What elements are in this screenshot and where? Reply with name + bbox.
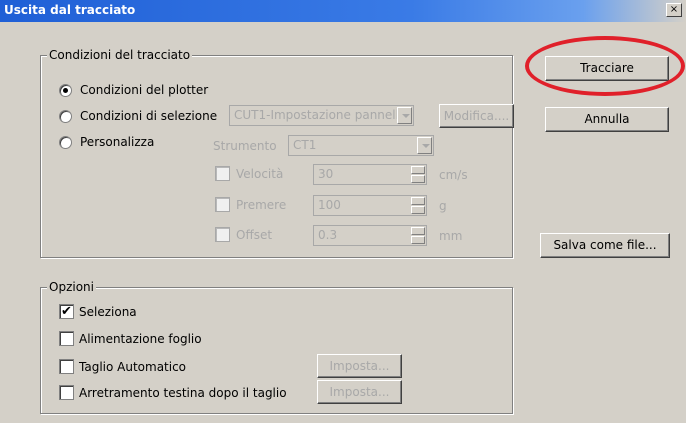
select-label[interactable]: Seleziona	[79, 305, 137, 319]
selection-combo-value: CUT1-Impostazione pannello	[234, 108, 407, 122]
offset-spinner[interactable]	[411, 227, 425, 244]
speed-value: 30	[318, 167, 334, 181]
pressure-unit: g	[439, 199, 447, 213]
paper-feed-checkbox[interactable]	[59, 331, 74, 346]
radio-selection-label[interactable]: Condizioni di selezione	[80, 109, 217, 123]
plot-button[interactable]: Tracciare	[545, 56, 669, 81]
select-checkbox[interactable]: ✔	[59, 304, 74, 319]
tool-combo-value: CT1	[293, 138, 317, 152]
pressure-input[interactable]: 100	[313, 195, 427, 216]
save-as-file-button[interactable]: Salva come file...	[540, 233, 670, 258]
tool-combo[interactable]: CT1	[288, 135, 434, 156]
auto-cut-checkbox[interactable]	[59, 359, 74, 374]
selection-combo[interactable]: CUT1-Impostazione pannello	[229, 105, 414, 126]
offset-label: Offset	[236, 228, 273, 242]
speed-input[interactable]: 30	[313, 164, 427, 185]
speed-checkbox[interactable]	[215, 166, 230, 181]
pressure-spinner[interactable]	[411, 197, 425, 214]
radio-plotter-conditions[interactable]	[59, 84, 72, 97]
pressure-value: 100	[318, 198, 341, 212]
conditions-group-label: Condizioni del tracciato	[47, 48, 193, 62]
speed-spinner[interactable]	[411, 166, 425, 183]
head-retract-label[interactable]: Arretramento testina dopo il taglio	[79, 386, 287, 400]
offset-input[interactable]: 0.3	[313, 225, 427, 246]
chevron-down-icon[interactable]	[397, 107, 412, 124]
options-group: Opzioni ✔ Seleziona Alimentazione foglio…	[40, 280, 513, 414]
speed-unit: cm/s	[439, 168, 468, 182]
speed-label: Velocità	[236, 167, 284, 181]
radio-custom-label[interactable]: Personalizza	[80, 135, 154, 149]
title-bar: Uscita dal tracciato ×	[0, 0, 686, 22]
conditions-group: Condizioni del tracciato Condizioni del …	[40, 48, 514, 258]
cancel-button[interactable]: Annulla	[545, 107, 669, 132]
close-icon[interactable]: ×	[666, 3, 682, 17]
head-retract-checkbox[interactable]	[59, 385, 74, 400]
window-title: Uscita dal tracciato	[4, 3, 136, 17]
auto-cut-label[interactable]: Taglio Automatico	[79, 360, 186, 374]
auto-cut-settings-button[interactable]: Imposta...	[317, 354, 402, 378]
tool-label: Strumento	[213, 139, 277, 153]
modify-button[interactable]: Modifica....	[439, 104, 514, 128]
offset-checkbox[interactable]	[215, 227, 230, 242]
head-retract-settings-button[interactable]: Imposta...	[317, 380, 402, 404]
options-group-label: Opzioni	[47, 280, 96, 294]
offset-unit: mm	[439, 229, 463, 243]
radio-selection-conditions[interactable]	[59, 110, 72, 123]
chevron-down-icon[interactable]	[417, 137, 432, 154]
paper-feed-label[interactable]: Alimentazione foglio	[79, 332, 202, 346]
pressure-checkbox[interactable]	[215, 197, 230, 212]
pressure-label: Premere	[236, 198, 287, 212]
radio-plotter-label[interactable]: Condizioni del plotter	[80, 83, 208, 97]
offset-value: 0.3	[318, 228, 338, 242]
radio-custom[interactable]	[59, 136, 72, 149]
